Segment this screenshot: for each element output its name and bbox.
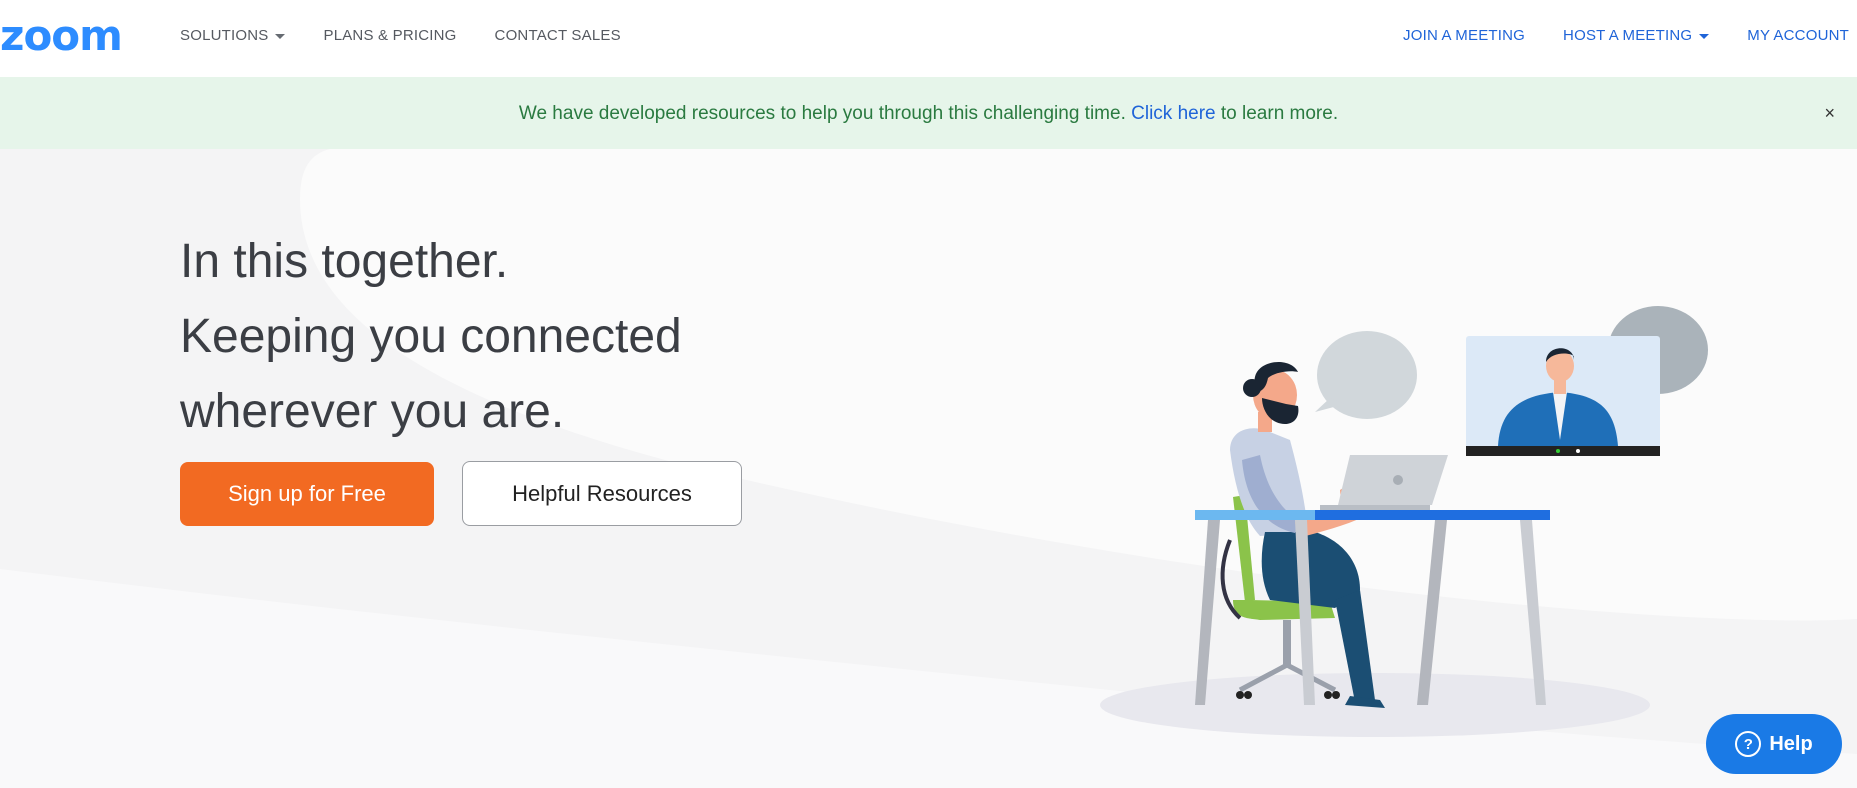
question-circle-icon: ? (1735, 731, 1762, 757)
nav-plans-pricing[interactable]: PLANS & PRICING (323, 27, 456, 44)
hero-headline: In this together. Keeping you connected … (180, 235, 682, 438)
nav-solutions[interactable]: SOLUTIONS (180, 27, 286, 44)
helpful-resources-button[interactable]: Helpful Resources (462, 461, 742, 526)
banner-message: We have developed resources to help you … (518, 103, 1339, 124)
help-label: Help (1769, 732, 1813, 755)
close-icon[interactable]: × (1824, 103, 1835, 124)
top-navigation: zoom SOLUTIONS PLANS & PRICING CONTACT S… (0, 0, 1857, 77)
zoom-logo[interactable]: zoom (0, 16, 140, 56)
nav-join-meeting[interactable]: JOIN A MEETING (1403, 27, 1525, 44)
svg-text:zoom: zoom (0, 16, 122, 56)
video-call-illustration (1100, 306, 1708, 737)
banner-link[interactable]: Click here (1131, 103, 1215, 124)
nav-my-account[interactable]: MY ACCOUNT (1747, 27, 1849, 44)
help-button[interactable]: ? Help (1706, 714, 1842, 774)
nav-host-meeting[interactable]: HOST A MEETING (1563, 27, 1710, 44)
chevron-down-icon (275, 34, 286, 39)
account-nav: JOIN A MEETING HOST A MEETING MY ACCOUNT (1403, 27, 1849, 44)
announcement-banner: We have developed resources to help you … (0, 77, 1857, 149)
sign-up-button[interactable]: Sign up for Free (180, 462, 434, 526)
nav-contact-sales[interactable]: CONTACT SALES (495, 27, 621, 44)
chevron-down-icon (1699, 34, 1710, 39)
primary-nav: SOLUTIONS PLANS & PRICING CONTACT SALES (180, 27, 621, 44)
